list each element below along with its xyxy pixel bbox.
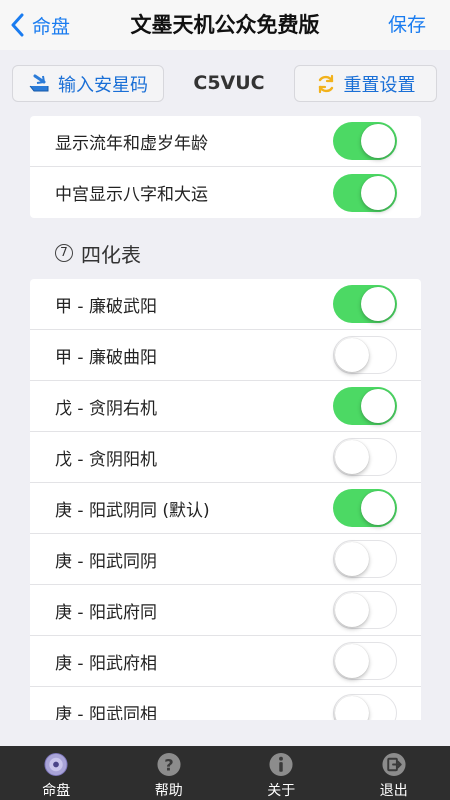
toggle-knob [335,695,369,720]
option-label: 庚 - 阳武同阴 [55,551,157,572]
list-item: 中宫显示八字和大运 [30,167,421,218]
toggle-knob [361,491,395,525]
tab-help[interactable]: ? 帮助 [113,746,226,800]
option-label: 庚 - 阳武府相 [55,653,157,674]
toggle-knob [335,440,369,474]
toggle-switch[interactable] [333,173,397,212]
nav-bar: 命盘 文墨天机公众免费版 保存 [0,0,450,50]
sihua-table-group: 甲 - 廉破武阳 甲 - 廉破曲阳 戊 - 贪阴右机 戊 - 贪阴阳机 庚 - … [30,279,421,720]
toggle-switch[interactable] [333,642,397,680]
list-item: 庚 - 阳武阴同 (默认) [30,483,421,534]
exit-icon [382,752,406,777]
list-item: 戊 - 贪阴右机 [30,381,421,432]
list-item: 戊 - 贪阴阳机 [30,432,421,483]
toggle-knob [335,593,369,627]
toggle-switch[interactable] [333,591,397,629]
list-item: 显示流年和虚岁年龄 [30,116,421,167]
tab-label: 命盘 [42,783,71,799]
tab-chart[interactable]: 命盘 [0,746,113,800]
section-number: 7 [55,244,73,262]
reset-settings-label: 重置设置 [343,74,416,96]
toggle-knob [335,644,369,678]
display-options-group: 显示流年和虚岁年龄 中宫显示八字和大运 [30,116,421,218]
list-item: 甲 - 廉破曲阳 [30,330,421,381]
import-tray-icon [29,74,49,91]
reset-settings-button[interactable]: 重置设置 [294,65,437,102]
svg-text:?: ? [164,755,173,774]
toggle-switch[interactable] [333,285,397,323]
disc-icon [44,752,68,777]
toggle-switch[interactable] [333,387,397,425]
chevron-left-icon [11,13,24,37]
refresh-icon [318,74,333,93]
back-label: 命盘 [32,15,71,38]
toggle-switch[interactable] [333,693,397,720]
toggle-switch[interactable] [333,489,397,527]
back-button[interactable]: 命盘 [10,0,70,50]
option-label: 甲 - 廉破曲阳 [55,347,157,368]
settings-list[interactable]: 显示流年和虚岁年龄 中宫显示八字和大运 7 四化表 甲 - 廉破武阳 甲 - 廉… [0,116,450,720]
section-header: 7 四化表 [55,235,141,271]
help-icon: ? [157,752,181,777]
option-label: 戊 - 贪阴阳机 [55,449,157,470]
list-item: 甲 - 廉破武阳 [30,279,421,330]
input-code-label: 输入安星码 [58,74,148,96]
toggle-knob [361,287,395,321]
toggle-knob [335,542,369,576]
tab-about[interactable]: 关于 [225,746,338,800]
save-button[interactable]: 保存 [388,0,426,50]
option-label: 甲 - 廉破武阳 [55,296,157,317]
option-label: 庚 - 阳武阴同 (默认) [55,500,210,521]
list-item: 庚 - 阳武府相 [30,636,421,687]
toggle-knob [361,124,395,158]
list-item: 庚 - 阳武府同 [30,585,421,636]
tab-exit[interactable]: 退出 [338,746,450,800]
toggle-switch[interactable] [333,122,397,160]
tab-bar: 命盘 ? 帮助 关于 退出 [0,746,450,800]
option-label: 庚 - 阳武同相 [55,705,157,720]
toggle-switch[interactable] [333,336,397,374]
option-label: 显示流年和虚岁年龄 [55,133,208,154]
tab-label: 帮助 [154,783,183,799]
section-title: 四化表 [81,242,141,267]
option-label: 戊 - 贪阴右机 [55,398,157,419]
info-icon [269,752,293,777]
tab-label: 关于 [267,783,296,799]
star-code: C5VUC [193,72,265,94]
toggle-knob [335,338,369,372]
option-label: 中宫显示八字和大运 [55,185,208,205]
toolbar: 输入安星码 C5VUC 重置设置 [0,50,450,116]
input-code-button[interactable]: 输入安星码 [12,65,164,102]
toggle-knob [361,175,395,210]
list-item: 庚 - 阳武同相 [30,687,421,720]
toggle-switch[interactable] [333,438,397,476]
list-item: 庚 - 阳武同阴 [30,534,421,585]
toggle-knob [361,389,395,423]
tab-label: 退出 [379,783,408,799]
toggle-switch[interactable] [333,540,397,578]
option-label: 庚 - 阳武府同 [55,602,157,623]
